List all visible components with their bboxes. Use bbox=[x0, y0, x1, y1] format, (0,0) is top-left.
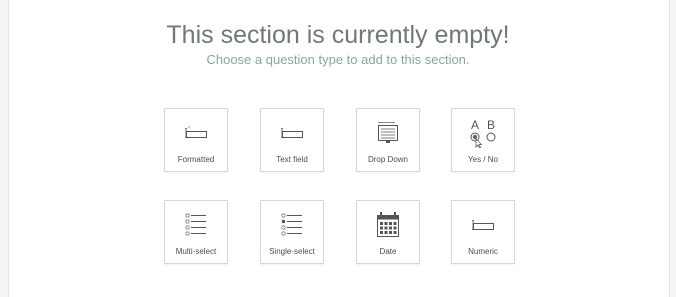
question-type-label: Numeric bbox=[468, 247, 498, 256]
question-type-label: Yes / No bbox=[468, 155, 498, 164]
text-field-icon bbox=[261, 117, 323, 149]
question-type-yes-no[interactable]: A B Yes / No bbox=[451, 108, 515, 172]
question-type-single-select[interactable]: Single-select bbox=[260, 200, 324, 264]
dropdown-list-icon bbox=[357, 117, 419, 149]
question-type-drop-down[interactable]: Drop Down bbox=[356, 108, 420, 172]
checkbox-list-icon bbox=[165, 209, 227, 241]
question-type-numeric[interactable]: Numeric bbox=[451, 200, 515, 264]
calendar-icon bbox=[357, 209, 419, 241]
formatted-field-icon bbox=[165, 117, 227, 149]
question-type-date[interactable]: Date bbox=[356, 200, 420, 264]
radio-list-icon bbox=[261, 209, 323, 241]
yes-no-option-a: A bbox=[471, 118, 479, 132]
numeric-field-icon bbox=[452, 209, 514, 241]
question-type-label: Date bbox=[379, 247, 397, 256]
empty-state-title: This section is currently empty! bbox=[166, 21, 510, 49]
question-type-multi-select[interactable]: Multi-select bbox=[164, 200, 228, 264]
yes-no-option-b: B bbox=[487, 118, 495, 132]
yes-no-radio-icon: A B bbox=[452, 117, 514, 149]
question-type-label: Drop Down bbox=[367, 155, 408, 164]
question-type-label: Text field bbox=[276, 155, 308, 164]
question-type-label: Single-select bbox=[269, 247, 315, 256]
question-type-label: Multi-select bbox=[175, 247, 217, 256]
question-type-formatted[interactable]: Formatted bbox=[164, 108, 228, 172]
empty-state-subtitle: Choose a question type to add to this se… bbox=[206, 52, 470, 67]
question-type-label: Formatted bbox=[177, 155, 215, 164]
question-type-text-field[interactable]: Text field bbox=[260, 108, 324, 172]
